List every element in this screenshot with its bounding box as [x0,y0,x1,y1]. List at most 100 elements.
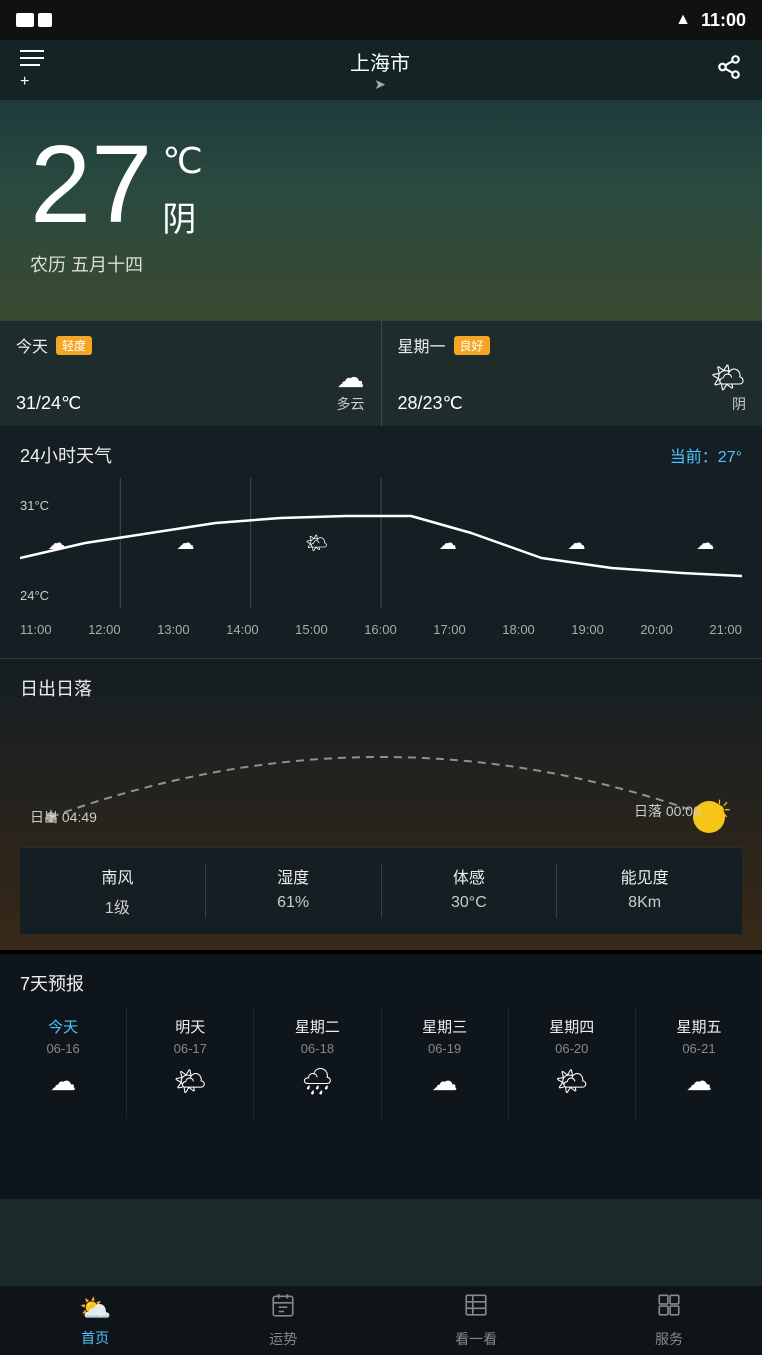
temp-unit: ℃ [162,140,202,182]
forecast-date-1: 06-17 [131,1041,249,1056]
humidity-cell: 湿度 61% [206,864,382,918]
wifi-icon: ▲ [675,11,691,29]
wind-cell: 南风 1级 [30,864,206,918]
forecast-date-0: 06-16 [4,1041,122,1056]
forecast-day-3[interactable]: 星期三 06-19 ☁ [382,1008,509,1119]
today-icon: ☁ [337,361,365,394]
explore-icon [455,1292,497,1325]
humidity-label: 湿度 [206,864,381,888]
nav-home[interactable]: ⛅ 首页 [63,1285,127,1355]
header-title: 上海市 ➤ [350,47,410,93]
service-icon [655,1292,683,1325]
sunrise-time: 日出 04:49 [30,807,97,827]
hour-21: 21:00 [709,622,742,637]
fortune-label: 运势 [269,1329,297,1349]
forecast-name-3: 星期三 [386,1016,504,1037]
forecast-name-5: 星期五 [640,1016,758,1037]
hour-19: 19:00 [571,622,604,637]
monday-icon: 🌤 [710,361,746,394]
24hr-current: 当前：27° [670,443,742,467]
today-condition: 多云 [337,394,365,414]
forecast-icon-4: 🌤 [513,1066,631,1097]
sunrise-section: 日出日落 日出 04:49 日落 00:00 ☀ 南风 1级 湿度 61% 体感… [0,658,762,950]
monday-temp: 28/23℃ [398,393,463,414]
location-icon: ➤ [350,76,410,93]
sunset-text: 日落 00:00 [634,801,701,821]
hourly-icons: ☁ ☁ 🌤 ☁ ☁ ☁ [20,533,742,554]
today-quality: 轻度 [56,336,92,355]
forecast-icon-0: ☁ [4,1066,122,1097]
monday-label: 星期一 [398,333,446,357]
feels-like-value: 30°C [382,894,557,912]
fortune-icon [269,1292,297,1325]
header: + 上海市 ➤ [0,40,762,100]
lunar-date: 农历 五月十四 [30,251,732,277]
forecast-date-3: 06-19 [386,1041,504,1056]
wind-label: 南风 [30,864,205,888]
7day-section: 7天预报 今天 06-16 ☁ 明天 06-17 🌤 星期二 06-18 🌧 星… [0,950,762,1119]
sunrise-arc: 日出 04:49 日落 00:00 ☀ [20,717,742,837]
weather-details: 南风 1级 湿度 61% 体感 30°C 能见度 8Km [20,847,742,934]
explore-label: 看一看 [455,1329,497,1349]
city-name: 上海市 [350,47,410,76]
feels-like-cell: 体感 30°C [382,864,558,918]
battery-icon [16,13,52,27]
home-label: 首页 [79,1328,111,1348]
status-time: 11:00 [701,10,746,31]
visibility-cell: 能见度 8Km [557,864,732,918]
status-bar: ▲ 11:00 [0,0,762,40]
forecast-date-2: 06-18 [258,1041,376,1056]
sun-icon: ☀ [707,794,732,827]
forecast-days-list: 今天 06-16 ☁ 明天 06-17 🌤 星期二 06-18 🌧 星期三 06… [0,1008,762,1119]
weather-description: 阴 [162,192,202,241]
forecast-name-1: 明天 [131,1016,249,1037]
service-label: 服务 [655,1329,683,1349]
share-button[interactable] [716,54,742,86]
icon-19: ☁ [568,533,586,554]
icon-15: 🌤 [305,533,328,554]
hour-13: 13:00 [157,622,190,637]
forecast-date-4: 06-20 [513,1041,631,1056]
hour-17: 17:00 [433,622,466,637]
sunset-time: 日落 00:00 ☀ [634,794,732,827]
forecast-day-0[interactable]: 今天 06-16 ☁ [0,1008,127,1119]
icon-11: ☁ [48,533,66,554]
today-cell[interactable]: 今天 轻度 31/24℃ ☁ 多云 [0,321,382,426]
hour-16: 16:00 [364,622,397,637]
monday-condition: 阴 [710,394,746,414]
hour-12: 12:00 [88,622,121,637]
bottom-nav: ⛅ 首页 运势 看一看 服务 [0,1285,762,1355]
hourly-chart: 31°C 24°C ☁ ☁ 🌤 ☁ ☁ ☁ 11:00 12:00 13:00 [20,478,742,658]
home-icon: ⛅ [79,1293,111,1324]
temperature: 27 [30,130,152,240]
nav-fortune[interactable]: 运势 [253,1284,313,1355]
icon-21: ☁ [696,533,714,554]
visibility-label: 能见度 [557,864,732,888]
forecast-day-1[interactable]: 明天 06-17 🌤 [127,1008,254,1119]
forecast-icon-5: ☁ [640,1066,758,1097]
forecast-name-4: 星期四 [513,1016,631,1037]
forecast-icon-1: 🌤 [131,1066,249,1097]
main-weather-section: 27 ℃ 阴 农历 五月十四 [0,100,762,320]
menu-button[interactable]: + [20,50,44,91]
monday-cell[interactable]: 星期一 良好 28/23℃ 🌤 阴 [382,321,762,426]
24hr-section: 24小时天气 当前：27° 31°C 24°C ☁ ☁ 🌤 ☁ ☁ ☁ 1 [0,426,762,658]
visibility-value: 8Km [557,894,732,912]
temp-low-label: 24°C [20,588,49,603]
hourly-labels: 11:00 12:00 13:00 14:00 15:00 16:00 17:0… [20,618,742,641]
24hr-title: 24小时天气 [20,442,112,468]
forecast-day-5[interactable]: 星期五 06-21 ☁ [636,1008,762,1119]
forecast-day-4[interactable]: 星期四 06-20 🌤 [509,1008,636,1119]
forecast-name-0: 今天 [4,1016,122,1037]
hour-11: 11:00 [20,622,52,637]
forecast-date-5: 06-21 [640,1041,758,1056]
nav-explore[interactable]: 看一看 [439,1284,513,1355]
monday-quality: 良好 [454,336,490,355]
sunrise-title: 日出日落 [20,675,742,701]
hour-18: 18:00 [502,622,535,637]
forecast-icon-2: 🌧 [258,1066,376,1097]
humidity-value: 61% [206,894,381,912]
forecast-day-2[interactable]: 星期二 06-18 🌧 [254,1008,381,1119]
nav-service[interactable]: 服务 [639,1284,699,1355]
forecast-icon-3: ☁ [386,1066,504,1097]
